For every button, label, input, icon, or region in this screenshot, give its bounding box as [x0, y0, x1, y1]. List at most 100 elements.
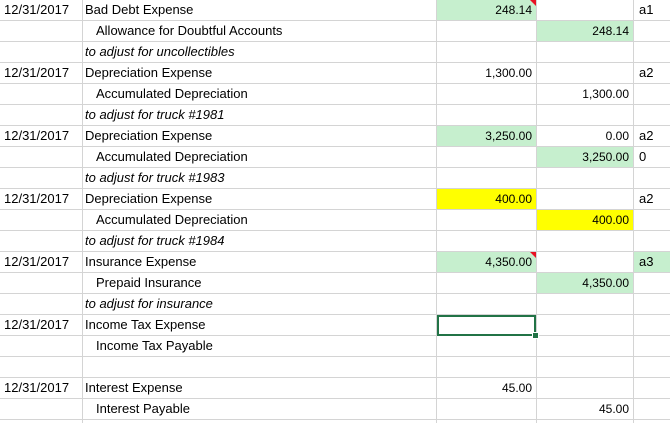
debit-cell[interactable]: 1,300.00 [437, 63, 536, 83]
ref-cell[interactable] [634, 231, 670, 251]
ref-cell[interactable] [634, 315, 670, 335]
account-cell[interactable]: Depreciation Expense [83, 126, 437, 146]
debit-cell[interactable] [437, 105, 536, 125]
credit-cell[interactable] [537, 252, 633, 272]
debit-cell[interactable] [437, 210, 536, 230]
credit-cell[interactable] [537, 357, 633, 377]
ref-cell[interactable] [634, 273, 670, 293]
ref-cell[interactable] [634, 399, 670, 419]
account-cell[interactable]: Insurance Expense [83, 252, 437, 272]
debit-cell[interactable] [437, 42, 536, 62]
credit-cell[interactable] [537, 42, 633, 62]
date-cell[interactable] [0, 42, 82, 62]
date-cell[interactable]: 12/31/2017 [0, 252, 82, 272]
debit-cell[interactable] [437, 357, 536, 377]
ref-cell[interactable]: a2 [634, 126, 670, 146]
debit-cell[interactable] [437, 273, 536, 293]
date-cell[interactable]: 12/31/2017 [0, 189, 82, 209]
date-cell[interactable] [0, 273, 82, 293]
date-cell[interactable] [0, 105, 82, 125]
debit-cell[interactable]: 248.14 [437, 0, 536, 20]
debit-cell[interactable] [437, 168, 536, 188]
date-cell[interactable]: 12/31/2017 [0, 0, 82, 20]
debit-cell[interactable] [437, 84, 536, 104]
ref-cell[interactable]: 0 [634, 147, 670, 167]
account-cell[interactable]: Accumulated Depreciation [83, 147, 437, 167]
account-cell[interactable]: Allowance for Doubtful Accounts [83, 21, 437, 41]
ref-cell[interactable]: a2 [634, 63, 670, 83]
date-cell[interactable] [0, 84, 82, 104]
account-cell[interactable]: Depreciation Expense [83, 189, 437, 209]
debit-cell[interactable] [437, 399, 536, 419]
account-cell[interactable]: Accumulated Depreciation [83, 210, 437, 230]
ref-cell[interactable]: a1 [634, 0, 670, 20]
debit-cell[interactable]: 400.00 [437, 189, 536, 209]
date-cell[interactable]: 12/31/2017 [0, 315, 82, 335]
date-cell[interactable] [0, 147, 82, 167]
memo-cell[interactable]: to adjust for truck #1984 [83, 231, 437, 251]
credit-cell[interactable]: 0.00 [537, 126, 633, 146]
date-cell[interactable] [0, 336, 82, 356]
credit-cell[interactable] [537, 189, 633, 209]
credit-cell[interactable] [537, 294, 633, 314]
memo-cell[interactable]: to adjust for truck #1983 [83, 168, 437, 188]
debit-cell[interactable] [437, 336, 536, 356]
credit-cell[interactable]: 400.00 [537, 210, 633, 230]
credit-cell[interactable] [537, 378, 633, 398]
account-cell[interactable] [83, 357, 437, 377]
date-cell[interactable] [0, 399, 82, 419]
credit-cell[interactable] [537, 231, 633, 251]
date-cell[interactable]: 12/31/2017 [0, 126, 82, 146]
credit-cell[interactable] [537, 168, 633, 188]
date-cell[interactable] [0, 210, 82, 230]
account-cell[interactable]: Income Tax Expense [83, 315, 437, 335]
memo-cell[interactable]: to adjust for truck #1981 [83, 105, 437, 125]
ref-cell[interactable] [634, 21, 670, 41]
account-cell[interactable]: Bad Debt Expense [83, 0, 437, 20]
date-cell[interactable] [0, 357, 82, 377]
ref-cell[interactable] [634, 378, 670, 398]
debit-cell[interactable]: 4,350.00 [437, 252, 536, 272]
date-cell[interactable] [0, 294, 82, 314]
credit-cell[interactable] [537, 0, 633, 20]
date-cell[interactable]: 12/31/2017 [0, 63, 82, 83]
ref-cell[interactable] [634, 42, 670, 62]
debit-cell[interactable] [437, 21, 536, 41]
credit-cell[interactable]: 1,300.00 [537, 84, 633, 104]
date-cell[interactable] [0, 231, 82, 251]
ref-cell[interactable] [634, 168, 670, 188]
credit-cell[interactable]: 45.00 [537, 399, 633, 419]
debit-cell[interactable] [437, 231, 536, 251]
debit-cell[interactable] [437, 294, 536, 314]
credit-cell[interactable]: 3,250.00 [537, 147, 633, 167]
fill-handle[interactable] [532, 332, 539, 339]
account-cell[interactable]: Interest Expense [83, 378, 437, 398]
credit-cell[interactable] [537, 105, 633, 125]
account-cell[interactable]: Prepaid Insurance [83, 273, 437, 293]
ref-cell[interactable] [634, 105, 670, 125]
date-cell[interactable] [0, 21, 82, 41]
ref-cell[interactable] [634, 336, 670, 356]
selected-debit-cell[interactable] [437, 315, 536, 336]
credit-cell[interactable] [537, 63, 633, 83]
debit-cell[interactable]: 45.00 [437, 378, 536, 398]
ref-cell[interactable] [634, 210, 670, 230]
credit-cell[interactable] [537, 315, 633, 335]
ref-cell[interactable] [634, 84, 670, 104]
debit-cell[interactable]: 3,250.00 [437, 126, 536, 146]
ref-cell[interactable]: a2 [634, 189, 670, 209]
ref-cell[interactable] [634, 294, 670, 314]
date-cell[interactable]: 12/31/2017 [0, 378, 82, 398]
ref-cell[interactable] [634, 357, 670, 377]
credit-cell[interactable]: 4,350.00 [537, 273, 633, 293]
memo-cell[interactable]: to adjust for insurance [83, 294, 437, 314]
credit-cell[interactable] [537, 336, 633, 356]
debit-cell[interactable] [437, 147, 536, 167]
date-cell[interactable] [0, 168, 82, 188]
ref-cell[interactable]: a3 [634, 252, 670, 272]
account-cell[interactable]: Income Tax Payable [83, 336, 437, 356]
memo-cell[interactable]: to adjust for uncollectibles [83, 42, 437, 62]
account-cell[interactable]: Depreciation Expense [83, 63, 437, 83]
account-cell[interactable]: Interest Payable [83, 399, 437, 419]
account-cell[interactable]: Accumulated Depreciation [83, 84, 437, 104]
